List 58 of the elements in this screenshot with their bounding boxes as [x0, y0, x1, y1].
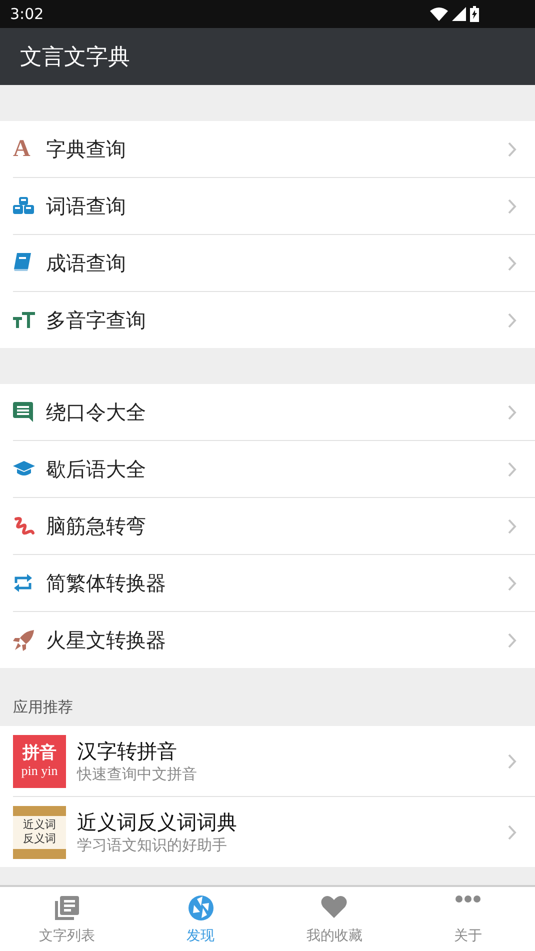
chevron-icon	[508, 312, 517, 328]
status-time: 3:02	[10, 5, 44, 23]
list-icon	[54, 895, 80, 921]
wifi-icon	[430, 7, 448, 21]
app-name: 近义词反义词词典	[77, 809, 238, 836]
app-description: 学习语文知识的好助手	[77, 836, 228, 855]
heart-icon	[321, 895, 348, 919]
menu-label: 字典查询	[46, 136, 127, 162]
logo-text: 反义词	[23, 832, 56, 846]
menu-item[interactable]: 歇后语大全	[13, 441, 535, 498]
chevron-icon	[508, 518, 517, 534]
chevron-icon	[508, 754, 517, 768]
battery-icon	[470, 6, 479, 22]
menu-item[interactable]: 词语查询	[13, 178, 535, 235]
chevron-icon	[508, 824, 517, 840]
chat-icon	[13, 402, 33, 422]
app-description: 快速查询中文拼音	[77, 765, 198, 784]
rocket-icon	[13, 629, 35, 651]
app-item[interactable]: 近义词 反义词 近义词反义词词典 学习语文知识的好助手	[13, 797, 535, 867]
text-size-icon	[13, 312, 35, 328]
chevron-icon	[508, 142, 517, 156]
menu-label: 简繁体转换器	[46, 570, 167, 596]
menu-label: 歇后语大全	[46, 456, 147, 482]
cubes-icon	[13, 197, 35, 215]
letter-icon: A	[13, 137, 30, 161]
menu-label: 绕口令大全	[46, 398, 147, 426]
chevron-icon	[508, 256, 517, 270]
swap-arrows-icon	[13, 573, 33, 593]
menu-label: 脑筋急转弯	[46, 512, 147, 540]
logo-text: 近义词	[23, 818, 56, 832]
menu-item[interactable]: 绕口令大全	[13, 384, 535, 441]
app-item[interactable]: 拼音 pin yin 汉字转拼音 快速查询中文拼音	[13, 726, 535, 797]
menu-label: 成语查询	[46, 250, 127, 276]
menu-item[interactable]: A 字典查询	[13, 121, 535, 178]
app-title: 文言文字典	[20, 44, 130, 72]
chevron-icon	[508, 462, 517, 476]
menu-item[interactable]: 多音字查询	[13, 292, 535, 348]
chevron-icon	[508, 404, 517, 420]
menu-label: 词语查询	[46, 192, 127, 220]
app-name: 汉字转拼音	[77, 738, 178, 765]
menu-label: 多音字查询	[46, 306, 147, 334]
menu-item[interactable]: 火星文转换器	[13, 612, 535, 668]
squiggle-icon	[13, 516, 35, 536]
logo-text: 拼音	[22, 742, 56, 764]
chevron-icon	[508, 576, 517, 590]
chevron-icon	[508, 198, 517, 214]
graduation-cap-icon	[13, 461, 35, 477]
menu-item[interactable]: 成语查询	[13, 235, 535, 292]
chevron-icon	[508, 632, 517, 648]
menu-item[interactable]: 简繁体转换器	[13, 555, 535, 612]
menu-item[interactable]: 脑筋急转弯	[13, 498, 535, 555]
section-heading: 应用推荐	[13, 698, 73, 717]
more-icon	[455, 895, 482, 903]
aperture-icon	[188, 895, 214, 921]
menu-label: 火星文转换器	[46, 626, 167, 654]
signal-icon	[452, 7, 466, 21]
logo-text: pin yin	[21, 763, 58, 780]
book-icon	[13, 253, 31, 273]
